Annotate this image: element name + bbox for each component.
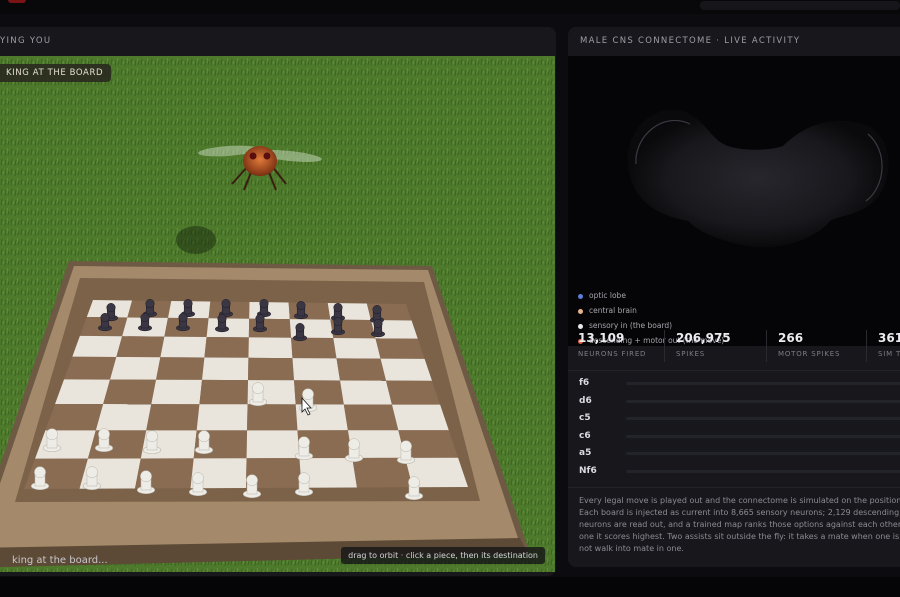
candidate-moves-list: f6 d6 c5 c6 a5 Nf6 — [568, 375, 900, 480]
move-score-bar — [626, 469, 900, 473]
move-row: d6 — [568, 393, 900, 411]
board-square[interactable] — [375, 338, 425, 359]
activity-stats: 13,109 NEURONS FIRED 206,975 SPIKES 266 … — [568, 324, 900, 368]
move-score-bar — [626, 382, 900, 385]
board-square[interactable] — [204, 336, 249, 358]
status-pill: KING AT THE BOARD — [0, 64, 112, 82]
move-label: f6 — [579, 378, 590, 388]
move-label: c5 — [579, 413, 591, 423]
board-square[interactable] — [202, 357, 249, 381]
move-label: a5 — [579, 448, 592, 458]
move-score-bar — [626, 452, 900, 455]
divider — [568, 487, 900, 488]
board-square[interactable] — [340, 380, 392, 405]
board-square[interactable] — [248, 357, 295, 381]
board-square[interactable] — [35, 430, 96, 459]
board-square[interactable] — [110, 356, 161, 380]
connectome-panel-title: MALE CNS CONNECTOME · LIVE ACTIVITY — [580, 36, 801, 46]
move-row: Nf6 — [568, 463, 900, 481]
board-square[interactable] — [160, 336, 207, 358]
move-row: c6 — [568, 428, 900, 446]
move-label: Nf6 — [579, 465, 597, 476]
stat-neurons-fired: 13,109 NEURONS FIRED — [578, 331, 647, 358]
controls-hint: drag to orbit · click a piece, then its … — [341, 547, 545, 564]
top-bar — [0, 0, 900, 14]
board-square[interactable] — [249, 302, 290, 320]
legend-dot-icon — [578, 293, 583, 299]
move-score-bar — [626, 417, 900, 420]
move-row: c5 — [568, 410, 900, 428]
move-row: f6 — [568, 375, 900, 393]
bottom-bar — [0, 577, 900, 597]
board-square[interactable] — [45, 403, 104, 431]
game-panel: YING YOU KING AT THE BOARD drag to orbit… — [0, 27, 556, 576]
board-square[interactable] — [292, 358, 341, 381]
board-square[interactable] — [380, 358, 433, 381]
method-description: Every legal move is played out and the c… — [579, 496, 900, 553]
divider — [568, 370, 900, 371]
connectome-visualization[interactable]: optic lobe central brain sensory in (the… — [568, 56, 900, 346]
stat-sim-time: 361 SIM T — [878, 331, 900, 358]
fly-shadow — [176, 226, 216, 254]
window-indicator — [8, 0, 26, 3]
board-square[interactable] — [391, 404, 449, 431]
board-square[interactable] — [336, 358, 387, 381]
board-square[interactable] — [72, 335, 123, 357]
connectome-panel: MALE CNS CONNECTOME · LIVE ACTIVITY opti… — [568, 27, 900, 567]
stat-motor-spikes: 266 MOTOR SPIKES — [778, 331, 841, 358]
board-square[interactable] — [199, 379, 249, 405]
top-bar-strip — [700, 1, 900, 10]
board-square[interactable] — [156, 357, 205, 380]
board-square[interactable] — [55, 379, 111, 405]
legend-item-optic-lobe: optic lobe — [578, 288, 724, 303]
chess-3d-viewport[interactable]: KING AT THE BOARD drag to orbit · click … — [0, 56, 555, 572]
stat-spikes: 206,975 SPIKES — [676, 331, 731, 358]
chess-scene-svg[interactable] — [0, 56, 555, 572]
board-square[interactable] — [87, 430, 147, 459]
board-square[interactable] — [248, 337, 293, 359]
board-square[interactable] — [64, 356, 117, 380]
legend-item-central-brain: central brain — [578, 303, 724, 318]
board-square[interactable] — [95, 404, 152, 431]
board-square[interactable] — [196, 404, 248, 431]
move-row: a5 — [568, 445, 900, 463]
board-square[interactable] — [116, 336, 165, 358]
move-score-bar — [626, 434, 900, 438]
board-square[interactable] — [103, 379, 157, 405]
board-square[interactable] — [246, 430, 300, 459]
legend-dot-icon — [578, 308, 583, 314]
board-square[interactable] — [247, 404, 298, 431]
board-square[interactable] — [343, 404, 399, 431]
move-score-bar — [626, 399, 900, 403]
board-square[interactable] — [151, 379, 203, 405]
move-label: c6 — [579, 430, 591, 441]
board-square[interactable] — [294, 380, 344, 405]
move-label: d6 — [579, 395, 592, 406]
game-panel-title: YING YOU — [0, 36, 52, 46]
board-square[interactable] — [386, 380, 441, 405]
board-square[interactable] — [146, 404, 200, 431]
brain-shape — [627, 109, 889, 248]
board-square[interactable] — [333, 338, 381, 359]
game-status-text: king at the board... — [12, 555, 108, 566]
